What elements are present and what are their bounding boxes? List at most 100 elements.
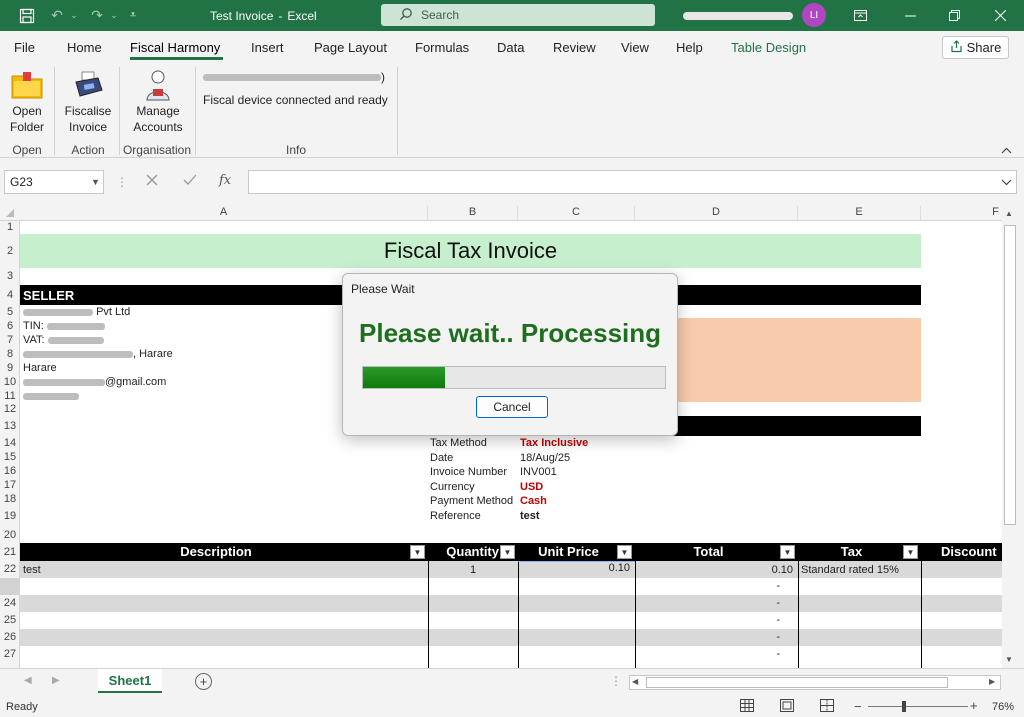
tab-view[interactable]: View (621, 40, 649, 55)
tab-fiscal-harmony[interactable]: Fiscal Harmony (130, 40, 220, 55)
collapse-ribbon-icon[interactable] (1001, 143, 1012, 157)
horizontal-scrollbar[interactable]: ◀ ▶ (629, 675, 1001, 690)
share-button[interactable]: Share (942, 36, 1009, 59)
name-box[interactable]: G23 ▼ (4, 170, 104, 194)
row-header-22[interactable]: 22 (0, 561, 20, 578)
horizontal-scroll-thumb[interactable] (646, 677, 948, 688)
tab-page-layout[interactable]: Page Layout (314, 40, 387, 55)
manage-accounts-button[interactable]: Manage Accounts (128, 67, 188, 135)
scroll-up-icon[interactable]: ▲ (1005, 209, 1013, 218)
row-header-25[interactable]: 25 (0, 612, 20, 629)
confirm-entry-icon[interactable] (183, 174, 197, 189)
scroll-down-icon[interactable]: ▼ (1005, 655, 1013, 664)
line-unit-price[interactable]: 0.10 (518, 562, 630, 574)
normal-view-icon[interactable] (740, 699, 754, 715)
row-header-2[interactable]: 2 (0, 234, 20, 268)
row-header-1[interactable]: 1 (0, 221, 20, 234)
cancel-entry-icon[interactable] (146, 174, 158, 189)
table-row[interactable] (20, 646, 1002, 663)
tab-formulas[interactable]: Formulas (415, 40, 469, 55)
row-header-9[interactable]: 9 (0, 361, 20, 375)
row-header-14[interactable]: 14 (0, 436, 20, 450)
minimize-icon[interactable] (898, 0, 922, 31)
vertical-scrollbar[interactable]: ▲ ▼ (1002, 207, 1018, 668)
scroll-right-icon[interactable]: ▶ (989, 677, 995, 686)
row-header-10[interactable]: 10 (0, 375, 20, 389)
expand-formula-icon[interactable] (1001, 175, 1012, 189)
open-folder-button[interactable]: Open Folder (4, 67, 50, 135)
tab-home[interactable]: Home (67, 40, 102, 55)
column-header-a[interactable]: A (20, 206, 428, 221)
table-row[interactable] (20, 578, 1002, 595)
row-header-24[interactable]: 24 (0, 595, 20, 612)
scroll-left-icon[interactable]: ◀ (632, 677, 638, 686)
sheet-tab-sheet1[interactable]: Sheet1 (98, 669, 162, 693)
undo-icon[interactable]: ↶ (46, 0, 68, 31)
row-header-4[interactable]: 4 (0, 285, 20, 305)
undo-dropdown-icon[interactable]: ⌄ (68, 0, 80, 31)
row-header-15[interactable]: 15 (0, 450, 20, 464)
row-header-7[interactable]: 7 (0, 333, 20, 347)
tab-insert[interactable]: Insert (251, 40, 284, 55)
row-header-19[interactable]: 19 (0, 506, 20, 527)
filter-dropdown-icon[interactable]: ▼ (780, 545, 795, 559)
row-header-12[interactable]: 12 (0, 403, 20, 416)
page-layout-view-icon[interactable] (780, 699, 794, 715)
select-all-corner[interactable] (6, 209, 14, 217)
avatar[interactable]: LI (802, 3, 826, 27)
row-header-5[interactable]: 5 (0, 305, 20, 319)
next-sheet-icon[interactable]: ▶ (52, 675, 60, 686)
row-header-27[interactable]: 27 (0, 646, 20, 663)
zoom-level[interactable]: 76% (992, 701, 1014, 713)
table-row[interactable] (20, 629, 1002, 646)
search-box[interactable]: Search (381, 4, 655, 26)
tab-review[interactable]: Review (553, 40, 596, 55)
redo-icon[interactable]: ↷ (86, 0, 108, 31)
column-header-d[interactable]: D (635, 206, 798, 221)
add-sheet-icon[interactable]: + (195, 673, 212, 690)
row-header-18[interactable]: 18 (0, 492, 20, 506)
row-header-8[interactable]: 8 (0, 347, 20, 361)
formula-input[interactable] (248, 170, 1017, 194)
filter-dropdown-icon[interactable]: ▼ (617, 545, 632, 559)
row-header-20[interactable]: 20 (0, 527, 20, 543)
row-header-11[interactable]: 11 (0, 389, 20, 403)
cancel-button[interactable]: Cancel (476, 396, 548, 418)
column-header-c[interactable]: C (518, 206, 635, 221)
row-header-6[interactable]: 6 (0, 319, 20, 333)
filter-dropdown-icon[interactable]: ▼ (903, 545, 918, 559)
table-row[interactable] (20, 612, 1002, 629)
customize-toolbar-icon[interactable]: ⩡ (124, 0, 142, 31)
zoom-in-icon[interactable]: + (970, 698, 978, 713)
line-total[interactable]: 0.10 (635, 564, 793, 576)
zoom-out-icon[interactable]: − (854, 699, 862, 714)
line-quantity[interactable]: 1 (428, 564, 518, 576)
vertical-scroll-thumb[interactable] (1004, 225, 1016, 525)
tab-split-handle-icon[interactable]: ⋮ (610, 674, 622, 688)
line-description[interactable]: test (23, 564, 41, 576)
redo-dropdown-icon[interactable]: ⌄ (108, 0, 120, 31)
insert-function-icon[interactable]: fx (219, 173, 231, 188)
row-header-16[interactable]: 16 (0, 464, 20, 478)
row-header-21[interactable]: 21 (0, 543, 20, 561)
tab-file[interactable]: File (14, 40, 35, 55)
name-box-dropdown-icon[interactable]: ▼ (91, 171, 100, 193)
filter-dropdown-icon[interactable]: ▼ (500, 545, 515, 559)
prev-sheet-icon[interactable]: ◀ (24, 675, 32, 686)
restore-icon[interactable] (942, 0, 966, 31)
page-break-preview-icon[interactable] (820, 699, 834, 715)
zoom-slider-thumb[interactable] (902, 701, 906, 712)
filter-dropdown-icon[interactable]: ▼ (410, 545, 425, 559)
zoom-slider-track[interactable] (868, 706, 968, 707)
tab-table-design[interactable]: Table Design (731, 40, 806, 55)
more-options-icon[interactable]: ⋮ (116, 175, 128, 189)
fiscalise-invoice-button[interactable]: Fiscalise Invoice (62, 67, 114, 135)
column-header-f[interactable]: F (921, 206, 1002, 221)
line-tax[interactable]: Standard rated 15% (801, 564, 899, 576)
row-header-3[interactable]: 3 (0, 268, 20, 285)
column-header-e[interactable]: E (798, 206, 921, 221)
row-header-17[interactable]: 17 (0, 478, 20, 492)
row-header-26[interactable]: 26 (0, 629, 20, 646)
row-header-13[interactable]: 13 (0, 416, 20, 436)
save-icon[interactable] (14, 0, 40, 31)
